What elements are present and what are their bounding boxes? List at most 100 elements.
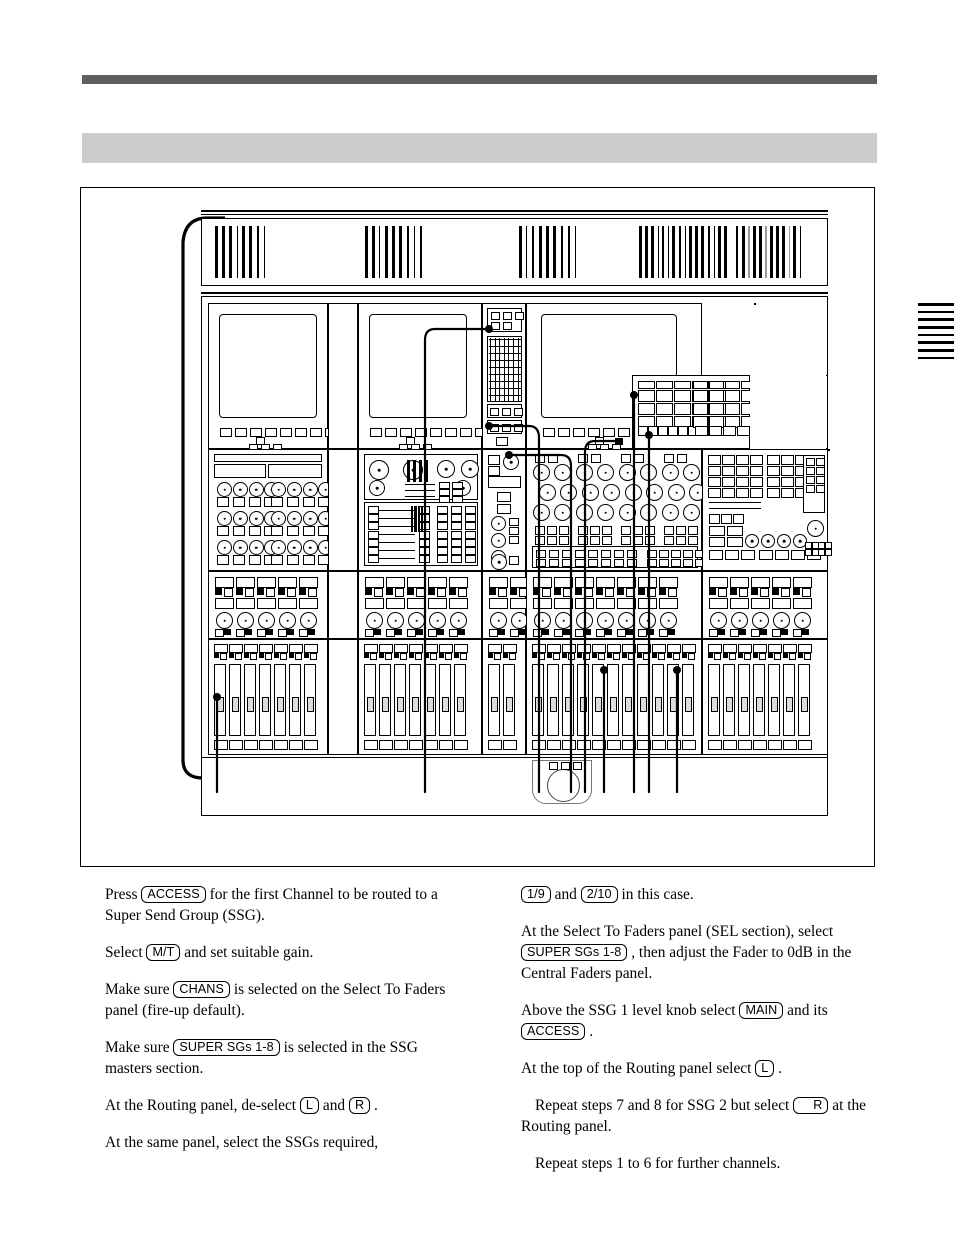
ch-key-d[interactable] — [683, 559, 693, 567]
fader-key-bottom[interactable] — [577, 740, 591, 750]
aux-knob-b[interactable] — [491, 533, 506, 548]
dyn-sw-d[interactable] — [465, 555, 476, 564]
btn-knob[interactable] — [534, 612, 551, 629]
eq-knob[interactable] — [248, 482, 264, 497]
route-key-d[interactable] — [727, 537, 743, 547]
route-key-g[interactable] — [806, 485, 815, 493]
btn-key-top[interactable] — [533, 577, 552, 588]
ch-key-b[interactable] — [559, 536, 569, 545]
fader-cap[interactable] — [740, 697, 748, 713]
ch-key-c[interactable] — [601, 559, 611, 567]
route-key-b[interactable] — [767, 488, 780, 498]
fader-key-top[interactable] — [289, 644, 303, 653]
ssg-key-b[interactable] — [725, 390, 740, 402]
dyn-sw-a[interactable] — [368, 555, 379, 564]
eq-key[interactable] — [217, 526, 229, 536]
btn-knob[interactable] — [752, 612, 769, 629]
fader-key-bottom[interactable] — [244, 740, 258, 750]
eq-knob[interactable] — [217, 511, 232, 526]
fader-key-bottom[interactable] — [753, 740, 767, 750]
btn-key-top[interactable] — [278, 577, 297, 588]
ch-key-b[interactable] — [645, 536, 655, 545]
dyn-sw-d[interactable] — [465, 522, 476, 531]
btn-small[interactable] — [554, 629, 563, 637]
eq-knob[interactable] — [217, 482, 232, 497]
eq-knob[interactable] — [271, 511, 286, 526]
ssg-small-key-b[interactable] — [709, 426, 722, 436]
channel-fader[interactable] — [274, 664, 286, 736]
fader-key-bottom[interactable] — [289, 740, 303, 750]
dyn-sw-c[interactable] — [451, 530, 462, 539]
eq-key[interactable] — [271, 497, 283, 507]
ssg-key[interactable] — [674, 403, 691, 415]
fader-key-bottom[interactable] — [738, 740, 752, 750]
btn-knob[interactable] — [618, 612, 635, 629]
ch-key-d[interactable] — [659, 559, 669, 567]
trackball-housing[interactable] — [532, 760, 592, 804]
btn-small[interactable] — [236, 629, 245, 637]
ssg-small-key[interactable] — [668, 426, 678, 436]
eq-knob[interactable] — [286, 482, 302, 497]
fader-key-bottom[interactable] — [783, 740, 797, 750]
btn-knob[interactable] — [258, 612, 275, 629]
route-key[interactable] — [708, 477, 721, 487]
route-key-h[interactable] — [824, 549, 832, 556]
fader-key-bottom[interactable] — [652, 740, 666, 750]
route-key[interactable] — [736, 477, 749, 487]
fader-key-bottom[interactable] — [798, 740, 812, 750]
btn-key-top[interactable] — [751, 577, 770, 588]
fader-cap[interactable] — [231, 697, 239, 713]
dyn-key[interactable] — [452, 482, 463, 489]
route-key-d[interactable] — [709, 526, 725, 536]
dyn-sw-d[interactable] — [465, 506, 476, 514]
aux-key[interactable] — [488, 466, 500, 476]
btn-knob[interactable] — [429, 612, 446, 629]
eq-sw-a[interactable] — [214, 464, 266, 478]
btn-key-mid[interactable] — [554, 598, 573, 609]
ch-knob[interactable] — [662, 464, 679, 481]
ch-knob[interactable] — [640, 504, 657, 521]
channel-fader[interactable] — [637, 664, 649, 736]
ch-key-c[interactable] — [575, 559, 585, 567]
btn-knob[interactable] — [237, 612, 254, 629]
ch-knob[interactable] — [683, 464, 700, 481]
fader-cap[interactable] — [800, 697, 808, 713]
fader-key-bottom[interactable] — [667, 740, 681, 750]
btn-knob[interactable] — [387, 612, 404, 629]
ch-knob[interactable] — [560, 484, 577, 501]
dyn-sw-c[interactable] — [437, 538, 448, 547]
btn-key-mid[interactable] — [793, 598, 812, 609]
ch-key[interactable] — [578, 454, 588, 463]
channel-fader[interactable] — [454, 664, 466, 736]
ch-key-b[interactable] — [590, 536, 600, 545]
btn-key-top[interactable] — [730, 577, 749, 588]
eq-knob[interactable] — [232, 482, 248, 497]
route-key-d[interactable] — [727, 526, 743, 536]
btn-knob[interactable] — [731, 612, 748, 629]
ch-key-b[interactable] — [676, 536, 686, 545]
ch-knob[interactable] — [597, 504, 614, 521]
btn-key-top[interactable] — [554, 577, 573, 588]
fader-key-bottom[interactable] — [622, 740, 636, 750]
fader-key-top[interactable] — [738, 644, 752, 653]
dyn-sw-c[interactable] — [451, 555, 462, 564]
btn-key-top[interactable] — [215, 577, 234, 588]
eq-knob[interactable] — [286, 511, 302, 526]
key-label-2-10[interactable]: 2/10 — [580, 885, 618, 903]
fader-key-top[interactable] — [622, 644, 636, 653]
fader-key-top[interactable] — [259, 644, 273, 653]
fader-key-bottom[interactable] — [274, 740, 288, 750]
route-key[interactable] — [736, 466, 749, 476]
route-key-g[interactable] — [816, 467, 825, 475]
fader-cap[interactable] — [684, 697, 692, 713]
ch-key-b[interactable] — [633, 536, 643, 545]
trackball-buttons[interactable] — [549, 762, 582, 770]
fader-cap[interactable] — [534, 697, 542, 713]
channel-fader[interactable] — [708, 664, 720, 736]
ch-key[interactable] — [634, 454, 644, 463]
fader-cap[interactable] — [411, 697, 419, 713]
btn-key-mid[interactable] — [215, 598, 234, 609]
ssg-key-b[interactable] — [709, 390, 724, 402]
ch-key-c[interactable] — [536, 550, 546, 558]
route-key-e[interactable] — [725, 550, 739, 560]
